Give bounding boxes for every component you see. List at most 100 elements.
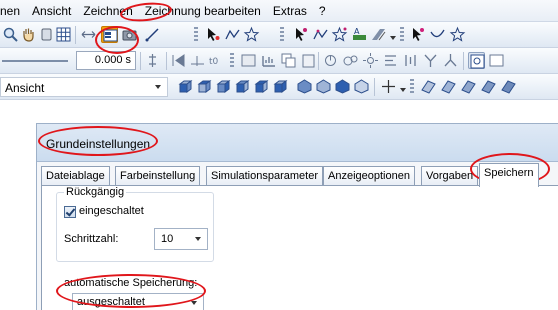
layer-edit-2-icon[interactable]: [440, 78, 457, 95]
paste-icon[interactable]: [300, 52, 317, 69]
tab-dateiablage[interactable]: Dateiablage: [41, 166, 110, 186]
tab-simulationsparameter[interactable]: Simulationsparameter: [206, 166, 323, 186]
undo-enabled-checkbox[interactable]: [64, 206, 76, 218]
cube-left-icon[interactable]: [214, 78, 231, 95]
toolbar-grip[interactable]: [400, 27, 404, 43]
iso-view-2-icon[interactable]: [315, 78, 332, 95]
tab-farbeinstellung[interactable]: Farbeinstellung: [115, 166, 201, 186]
skip-start-icon[interactable]: [170, 52, 187, 69]
copy-icon[interactable]: [280, 52, 297, 69]
layer-edit-5-icon[interactable]: [500, 78, 517, 95]
toolbar-row-2: 0.000 s t0: [0, 48, 558, 74]
line-draw-icon[interactable]: [144, 26, 161, 43]
tab-anzeigeoptionen[interactable]: Anzeigeoptionen: [323, 166, 415, 186]
menu-bar: nen Ansicht Zeichnen Zeichnung bearbeite…: [0, 0, 558, 22]
grid-icon[interactable]: [55, 26, 72, 43]
cube-bottom-icon[interactable]: [271, 78, 288, 95]
view-label: Ansicht: [5, 81, 45, 95]
polyline-edit-icon[interactable]: [312, 26, 329, 43]
toolbar-separator: [463, 52, 464, 70]
toolbar-grip[interactable]: [410, 79, 414, 95]
svg-text:A: A: [354, 27, 360, 36]
star-edit-icon[interactable]: [331, 26, 348, 43]
split-icon[interactable]: [442, 52, 459, 69]
text-style-icon[interactable]: A: [351, 26, 368, 43]
layer-edit-3-icon[interactable]: [460, 78, 477, 95]
undo-group-caption: Rückgängig: [64, 186, 127, 198]
star-tool-icon[interactable]: [449, 26, 466, 43]
menu-item-ansicht[interactable]: Ansicht: [26, 0, 77, 22]
iso-view-4-icon[interactable]: [353, 78, 370, 95]
dialog-titlebar[interactable]: Grundeinstellungen: [37, 124, 558, 162]
toolbar-grip[interactable]: [280, 27, 284, 43]
tab-strip: Dateiablage Farbeinstellung Simulationsp…: [37, 162, 558, 187]
tab-vorgaben[interactable]: Vorgaben: [421, 166, 479, 186]
merge-icon[interactable]: [422, 52, 439, 69]
iso-view-1-icon[interactable]: [296, 78, 313, 95]
snap-arrows-icon[interactable]: [80, 26, 97, 43]
cube-right-icon[interactable]: [233, 78, 250, 95]
zoom-window-icon[interactable]: [468, 52, 485, 69]
cube-back-icon[interactable]: [195, 78, 212, 95]
hatch-icon[interactable]: [370, 26, 387, 43]
rotate-icon[interactable]: [322, 52, 339, 69]
undo-enabled-label[interactable]: eingeschaltet: [79, 205, 144, 217]
layout-view-icon[interactable]: [101, 26, 118, 43]
dialog-title: Grundeinstellungen: [46, 137, 151, 151]
layer-edit-1-icon[interactable]: [420, 78, 437, 95]
menu-item-zeichnen[interactable]: Zeichnen: [77, 0, 138, 22]
polyline-icon[interactable]: [224, 26, 241, 43]
undo-steps-label: Schrittzahl:: [64, 233, 119, 245]
zero-icon[interactable]: t0: [206, 52, 223, 69]
zoom-icon[interactable]: [2, 26, 19, 43]
step-icon[interactable]: [144, 52, 161, 69]
toolbar-separator: [166, 52, 167, 70]
curve-icon[interactable]: [429, 26, 446, 43]
pointer-magenta-icon[interactable]: [410, 26, 427, 43]
chevron-down-icon[interactable]: [195, 237, 201, 241]
time-input[interactable]: 0.000 s: [76, 51, 136, 70]
camera-icon[interactable]: [121, 26, 138, 43]
window-icon[interactable]: [488, 52, 505, 69]
toolbar-grip[interactable]: [194, 27, 198, 43]
menu-item-nen[interactable]: nen: [0, 0, 26, 22]
iso-view-3-icon[interactable]: [334, 78, 351, 95]
view-combo[interactable]: Ansicht: [0, 77, 168, 97]
distribute-icon[interactable]: [402, 52, 419, 69]
undo-steps-select[interactable]: 10: [154, 228, 208, 250]
trace-icon[interactable]: [189, 52, 206, 69]
bitmap-icon[interactable]: [240, 52, 257, 69]
toolbar-row-1: A: [0, 22, 558, 48]
chevron-down-icon[interactable]: [155, 85, 161, 89]
toolbar-separator: [374, 78, 375, 96]
cube-top-icon[interactable]: [252, 78, 269, 95]
svg-text:t0: t0: [209, 57, 219, 67]
tab-speichern[interactable]: Speichern: [479, 163, 539, 187]
toolbar-grip[interactable]: [230, 53, 234, 69]
chevron-down-icon[interactable]: [400, 88, 406, 92]
pointer-red-icon[interactable]: [293, 26, 310, 43]
cube-front-icon[interactable]: [176, 78, 193, 95]
autosave-select[interactable]: ausgeschaltet: [72, 293, 204, 310]
tab-panel-speichern: Rückgängig eingeschaltet Schrittzahl: 10…: [41, 185, 558, 310]
undo-steps-value: 10: [161, 233, 174, 245]
align-icon[interactable]: [382, 52, 399, 69]
autosave-value: ausgeschaltet: [77, 296, 145, 308]
axis-icon[interactable]: [380, 78, 397, 95]
select-arrow-icon[interactable]: [205, 26, 222, 43]
bucket-icon[interactable]: [38, 26, 55, 43]
node-icon[interactable]: [342, 52, 359, 69]
time-slider[interactable]: [2, 60, 68, 62]
sun-icon[interactable]: [362, 52, 379, 69]
menu-item-zeichnung-bearbeiten[interactable]: Zeichnung bearbeiten: [139, 0, 267, 22]
chevron-down-icon[interactable]: [390, 36, 396, 40]
menu-item-extras[interactable]: Extras: [267, 0, 313, 22]
undo-group: [56, 192, 214, 262]
chevron-down-icon[interactable]: [191, 301, 197, 305]
pan-hand-icon[interactable]: [20, 26, 37, 43]
toolbar-separator: [318, 52, 319, 70]
layer-edit-4-icon[interactable]: [480, 78, 497, 95]
edit-star-icon[interactable]: [243, 26, 260, 43]
chart-icon[interactable]: [260, 52, 277, 69]
menu-item-help[interactable]: ?: [313, 0, 332, 22]
